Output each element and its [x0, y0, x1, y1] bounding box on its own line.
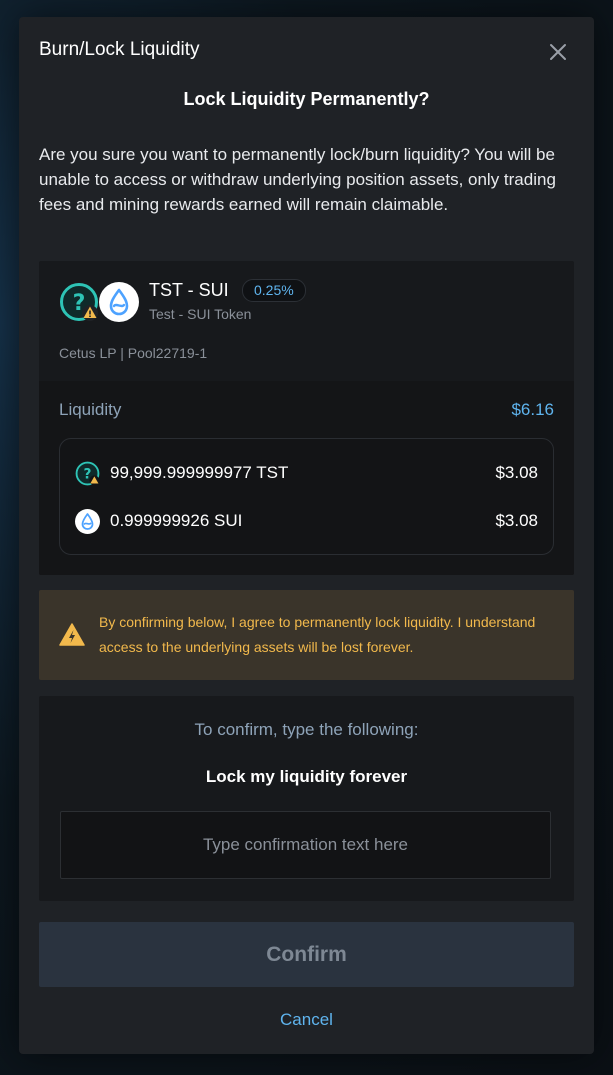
asset-usd-value: $3.08	[495, 463, 538, 482]
position-card: ? TST - SUI 0.25% Test - SUI Token Cetus…	[39, 261, 574, 575]
unknown-token-icon: ?	[75, 461, 100, 486]
asset-amount: 99,999.999999977 TST	[110, 463, 289, 482]
asset-usd-value: $3.08	[495, 511, 538, 530]
cancel-button[interactable]: Cancel	[19, 1010, 594, 1030]
asset-amount: 0.999999926 SUI	[110, 511, 243, 530]
confirm-instruction: To confirm, type the following:	[194, 720, 419, 739]
liquidity-label: Liquidity	[59, 400, 122, 419]
confirmation-input[interactable]	[60, 811, 551, 879]
liquidity-section: Liquidity $6.16 ? 99,999.999999977 TST $…	[39, 381, 574, 575]
pair-full-name: Test - SUI Token	[149, 306, 252, 322]
list-item: ? 99,999.999999977 TST $3.08	[60, 459, 553, 487]
confirm-phrase: Lock my liquidity forever	[205, 767, 408, 786]
pair-name: TST - SUI	[149, 280, 229, 300]
liquidity-total: $6.16	[511, 400, 554, 419]
position-header: ? TST - SUI 0.25% Test - SUI Token Cetus…	[39, 261, 574, 381]
asset-list: ? 99,999.999999977 TST $3.08 0.999999926…	[59, 438, 554, 555]
warning-icon	[59, 622, 85, 648]
sui-icon	[99, 282, 139, 322]
dialog-subtitle: Lock Liquidity Permanently?	[183, 89, 430, 109]
unknown-token-icon: ?	[59, 282, 99, 322]
list-item: 0.999999926 SUI $3.08	[60, 507, 553, 535]
dialog-description: Are you sure you want to permanently loc…	[39, 145, 556, 214]
fee-tier-badge: 0.25%	[242, 279, 306, 302]
confirmation-section: To confirm, type the following: Lock my …	[39, 696, 574, 901]
close-button[interactable]	[547, 41, 569, 63]
confirm-button[interactable]: Confirm	[39, 922, 574, 987]
pool-info: Cetus LP | Pool22719-1	[59, 345, 208, 361]
close-icon	[550, 44, 566, 60]
warning-text: By confirming below, I agree to permanen…	[99, 614, 536, 655]
burn-lock-dialog: Burn/Lock Liquidity Lock Liquidity Perma…	[19, 17, 594, 1054]
dialog-title: Burn/Lock Liquidity	[39, 39, 200, 60]
warning-banner: By confirming below, I agree to permanen…	[39, 590, 574, 680]
sui-icon	[75, 509, 100, 534]
